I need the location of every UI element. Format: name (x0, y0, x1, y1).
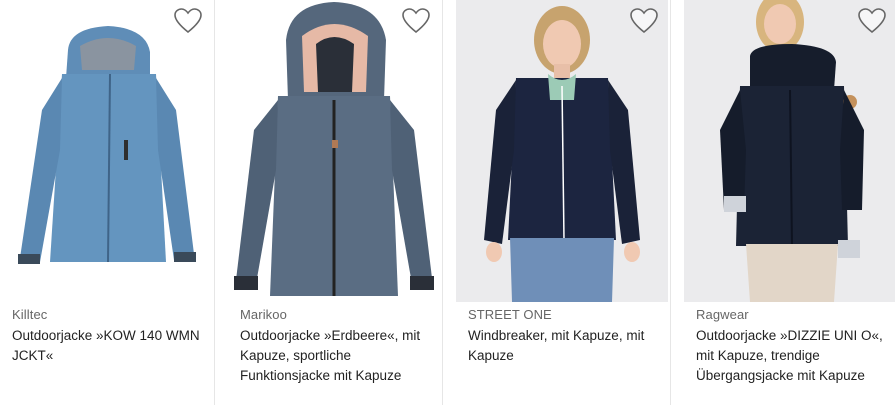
divider (214, 0, 215, 405)
product-image[interactable] (228, 0, 440, 302)
product-image[interactable] (684, 0, 895, 302)
product-title[interactable]: Windbreaker, mit Kapuze, mit Kapuze (468, 326, 664, 366)
product-grid: Killtec Outdoorjacke »KOW 140 WMN JCKT« (0, 0, 895, 405)
wishlist-heart-icon[interactable] (858, 8, 886, 34)
product-image[interactable] (456, 0, 668, 302)
product-card[interactable]: STREET ONE Windbreaker, mit Kapuze, mit … (456, 0, 668, 405)
wishlist-heart-icon[interactable] (630, 8, 658, 34)
product-title[interactable]: Outdoorjacke »Erdbeere«, mit Kapuze, spo… (240, 326, 436, 386)
product-brand[interactable]: Marikoo (240, 307, 287, 322)
product-card[interactable]: Killtec Outdoorjacke »KOW 140 WMN JCKT« (0, 0, 212, 405)
wishlist-heart-icon[interactable] (402, 8, 430, 34)
divider (442, 0, 443, 405)
product-card[interactable]: Marikoo Outdoorjacke »Erdbeere«, mit Kap… (228, 0, 440, 405)
wishlist-heart-icon[interactable] (174, 8, 202, 34)
product-title[interactable]: Outdoorjacke »DIZZIE UNI O«, mit Kapuze,… (696, 326, 892, 386)
divider (670, 0, 671, 405)
product-image[interactable] (0, 0, 212, 302)
product-card[interactable]: Ragwear Outdoorjacke »DIZZIE UNI O«, mit… (684, 0, 895, 405)
product-brand[interactable]: Killtec (12, 307, 47, 322)
product-brand[interactable]: STREET ONE (468, 307, 552, 322)
product-title[interactable]: Outdoorjacke »KOW 140 WMN JCKT« (12, 326, 208, 366)
product-brand[interactable]: Ragwear (696, 307, 749, 322)
